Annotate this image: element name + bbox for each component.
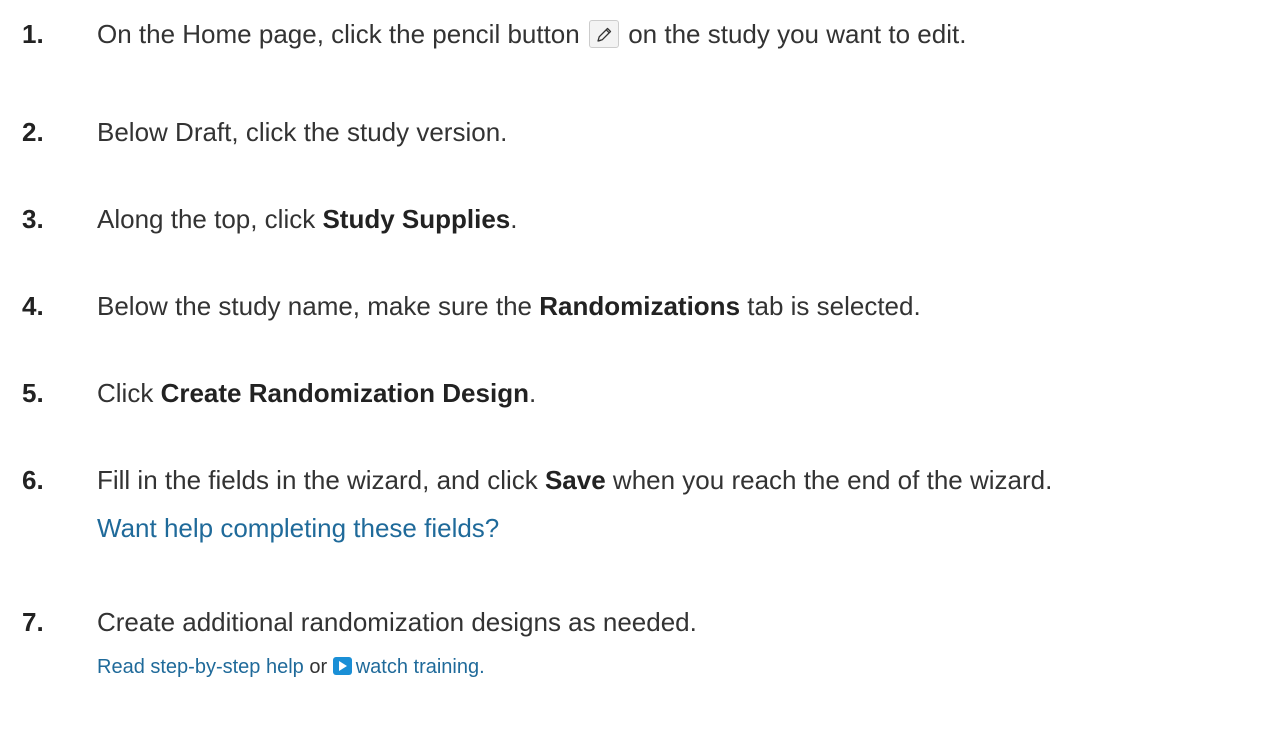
step-text-after: tab is selected. (740, 291, 921, 321)
step-text-before: Below the study name, make sure the (97, 291, 540, 321)
step-text-before: Fill in the fields in the wizard, and cl… (97, 465, 545, 495)
step-text-after: . (510, 204, 518, 234)
ui-term-save: Save (544, 465, 606, 495)
step-text-before: Click (97, 378, 161, 408)
step-number: 4. (22, 291, 44, 321)
procedure-steps: 1. On the Home page, click the pencil bu… (0, 0, 1288, 735)
help-links: Read step-by-step help or watch training… (97, 654, 485, 680)
step-text: Below Draft, click the study version. (97, 117, 508, 147)
step-text-before: Along the top, click (97, 204, 323, 234)
step-text-after: . (528, 378, 537, 408)
watch-training-link[interactable]: watch training. (356, 656, 485, 678)
step-text: Create additional randomization designs … (97, 607, 697, 637)
step-number: 2. (22, 117, 44, 147)
step-text-after: when you reach the end of the wizard. (605, 465, 1053, 495)
pencil-icon[interactable] (588, 20, 619, 48)
ui-term-study-supplies: Study Supplies (322, 204, 511, 234)
step-number: 3. (22, 204, 44, 234)
step-number: 7. (22, 607, 44, 637)
step-text: On the Home page, click the pencil butto… (97, 17, 966, 51)
step-text-before: On the Home page, click the pencil butto… (97, 19, 580, 49)
step-number: 5. (22, 378, 44, 408)
step-text: Click Create Randomization Design. (97, 376, 536, 410)
or-separator: or (303, 656, 333, 678)
step-text: Fill in the fields in the wizard, and cl… (97, 463, 1052, 497)
step-number: 1. (22, 19, 44, 49)
video-play-icon[interactable] (332, 657, 352, 675)
help-completing-fields-link[interactable]: Want help completing these fields? (97, 511, 499, 545)
ui-term-create-randomization-design: Create Randomization Design (160, 378, 529, 408)
read-help-link[interactable]: Read step-by-step help (97, 656, 304, 678)
step-number: 6. (22, 465, 44, 495)
ui-term-randomizations: Randomizations (539, 291, 741, 321)
step-text: Below the study name, make sure the Rand… (97, 289, 921, 323)
step-text-after: on the study you want to edit. (628, 19, 967, 49)
step-text: Along the top, click Study Supplies. (97, 202, 518, 236)
